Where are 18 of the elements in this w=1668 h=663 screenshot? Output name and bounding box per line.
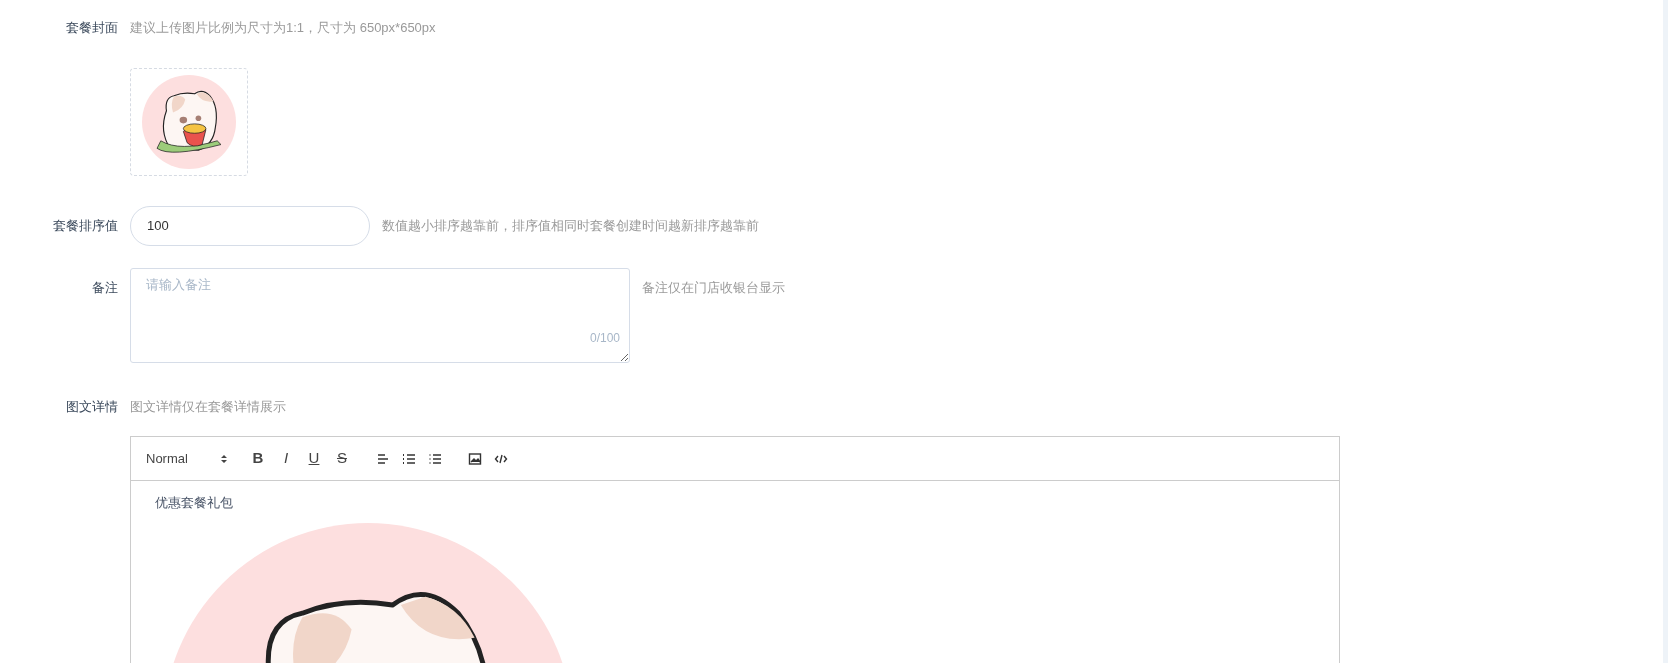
strike-button[interactable]: S	[334, 448, 350, 469]
field-label: 图文详情	[65, 397, 118, 416]
field-hint: 数值越小排序越靠前，排序值相同时套餐创建时间越新排序越靠前	[382, 216, 759, 235]
bold-button[interactable]: B	[250, 448, 266, 469]
character-counter: 0/100	[589, 329, 620, 347]
field-hint: 图文详情仅在套餐详情展示	[130, 397, 287, 416]
sort-arrows-icon	[220, 454, 228, 465]
field-label: 备注	[91, 278, 118, 297]
underline-button[interactable]: U	[306, 448, 322, 469]
editor-paragraph: 优惠套餐礼包	[155, 494, 234, 512]
image-upload-box[interactable]	[130, 67, 248, 176]
sort-input-field[interactable]: 100	[130, 205, 370, 246]
field-label: 套餐排序值	[52, 216, 118, 235]
field-label: 套餐封面	[65, 19, 118, 37]
field-hint: 备注仅在门店收银台显示	[642, 278, 785, 297]
italic-button[interactable]: I	[278, 448, 294, 469]
field-hint: 建议上传图片比例为尺寸为1:1，尺寸为 650px*650px	[130, 19, 436, 37]
format-dropdown[interactable]: Normal	[146, 448, 228, 469]
